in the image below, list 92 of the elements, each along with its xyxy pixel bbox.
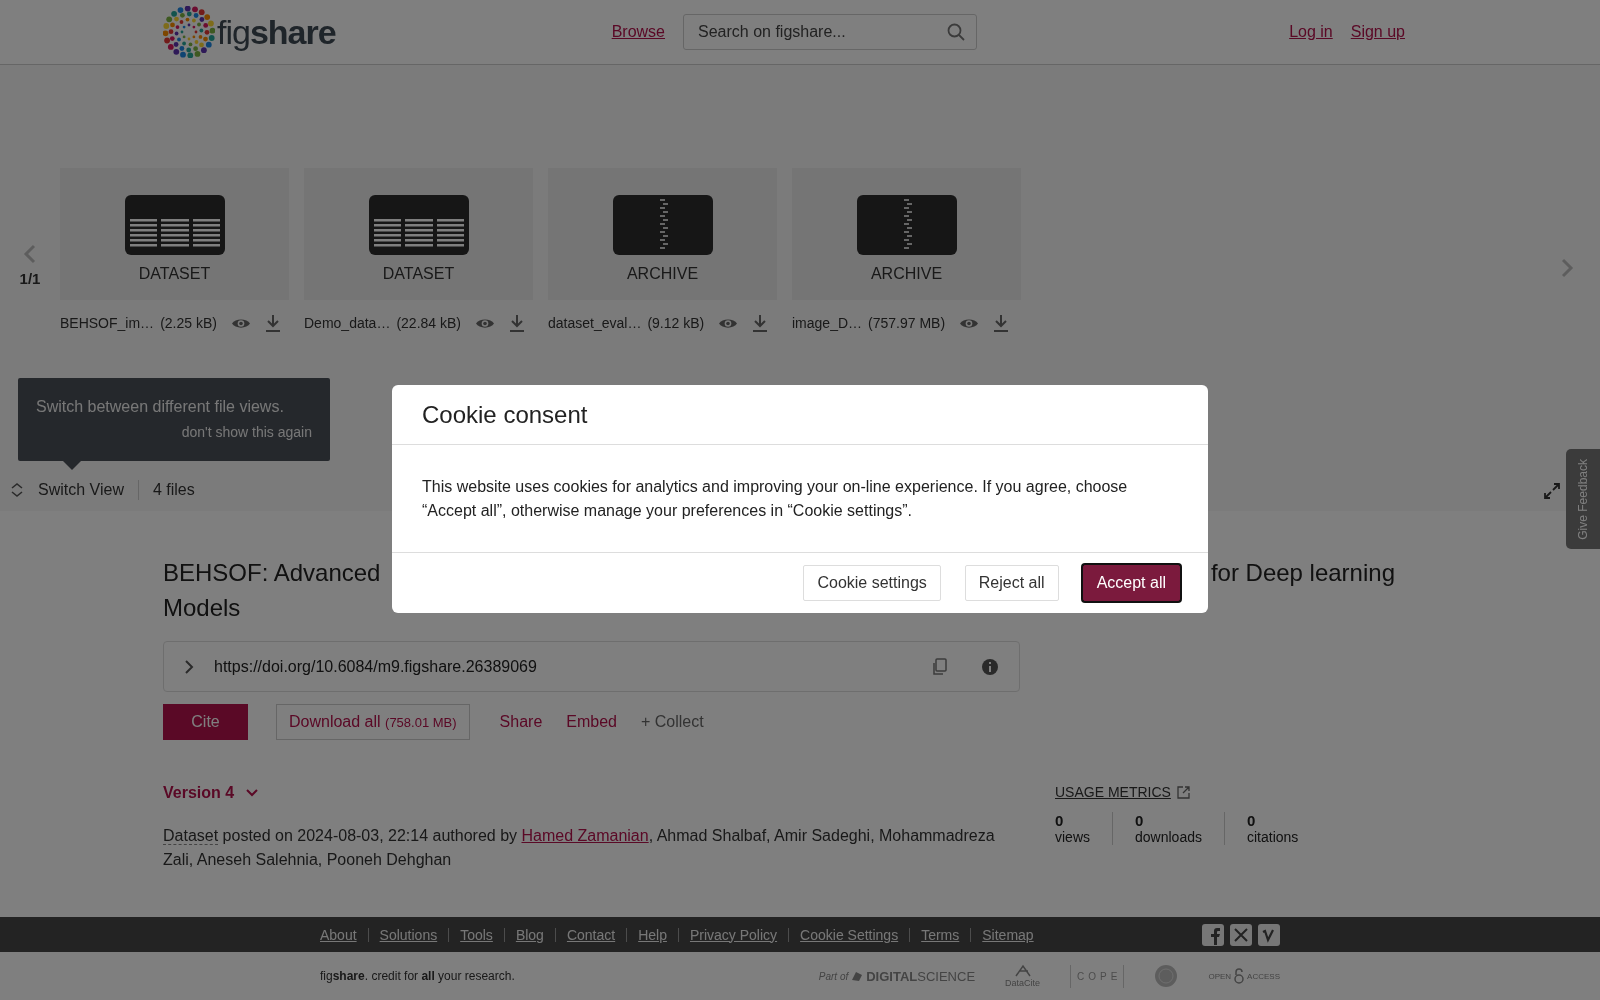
version-selector[interactable]: Version 4 xyxy=(163,784,235,802)
cookie-button[interactable]: Accept all xyxy=(1082,565,1180,601)
eye-icon[interactable] xyxy=(959,316,980,330)
file-name[interactable]: BEHSOF_im… xyxy=(60,315,155,331)
cookie-button[interactable]: Cookie settings xyxy=(803,565,941,601)
feedback-tab[interactable]: Give Feedback xyxy=(1566,449,1600,549)
footer-link[interactable]: Contact xyxy=(566,926,616,943)
file-type-label: ARCHIVE xyxy=(870,265,943,283)
partner-logo-text[interactable]: OPEN xyxy=(1208,971,1232,981)
file-name[interactable]: Demo_data… xyxy=(304,315,391,331)
datacite-icon xyxy=(1013,964,1032,978)
footer-link[interactable]: Blog xyxy=(515,926,544,943)
collect-button[interactable]: + Collect xyxy=(629,713,716,731)
eye-icon[interactable] xyxy=(718,316,739,330)
file-card[interactable]: ARCHIVE xyxy=(792,168,1021,300)
dialog-title: Cookie consent xyxy=(392,385,1208,445)
footer-link[interactable]: Solutions xyxy=(379,926,438,943)
file-type-label: DATASET xyxy=(382,265,455,283)
metric-label: views xyxy=(1055,829,1090,845)
copy-icon[interactable] xyxy=(931,657,947,676)
search-icon[interactable] xyxy=(947,23,965,41)
article-title: for Deep learning xyxy=(1210,558,1395,588)
spreadsheet-icon xyxy=(368,195,469,255)
download-icon[interactable] xyxy=(509,314,525,332)
file-card[interactable]: DATASET xyxy=(304,168,533,300)
search-field[interactable]: Search on figshare... xyxy=(683,14,977,50)
file-type-label: ARCHIVE xyxy=(626,265,699,283)
footer-link[interactable]: Cookie Settings xyxy=(800,926,899,943)
download-all-button[interactable]: Download all (758.01 MB) xyxy=(276,704,470,740)
author-link[interactable]: Hamed Zamanian xyxy=(521,827,649,844)
browse-link[interactable]: Browse xyxy=(611,23,665,41)
cookie-button[interactable]: Reject all xyxy=(964,565,1059,601)
article-title: Models xyxy=(163,594,241,621)
eye-icon[interactable] xyxy=(230,316,251,330)
logo-text[interactable]: figshare xyxy=(217,12,336,52)
zipper-icon xyxy=(612,195,713,255)
footer-link[interactable]: Privacy Policy xyxy=(689,926,778,943)
switch-view-button[interactable]: Switch View xyxy=(38,481,124,499)
zipper-icon xyxy=(856,195,957,255)
footer-link[interactable]: About xyxy=(320,926,357,943)
download-icon[interactable] xyxy=(752,314,769,332)
metric-value: 0 xyxy=(1135,812,1145,829)
footer-tagline: figshare. credit for all your research. xyxy=(320,969,515,983)
action-link[interactable]: Share xyxy=(487,713,555,731)
doi-link[interactable]: https://doi.org/10.6084/m9.figshare.26389069 xyxy=(214,657,911,676)
dialog-text: This website uses cookies for analytics and improving your on-line experience. If you agree, choose “Accept all”, otherwise manage your preferences in “Cookie settings”. xyxy=(392,445,1208,553)
file-card[interactable]: ARCHIVE xyxy=(548,168,777,300)
file-type-label: DATASET xyxy=(138,265,211,283)
chevron-down-icon[interactable] xyxy=(246,789,259,797)
dismiss-link[interactable]: don't show this again xyxy=(36,424,312,440)
file-name[interactable]: dataset_eval… xyxy=(548,315,642,331)
x-icon[interactable] xyxy=(1230,923,1252,946)
spreadsheet-icon xyxy=(124,195,225,255)
facebook-icon[interactable] xyxy=(1202,923,1224,946)
tooltip-text: Switch between different file views. xyxy=(36,398,285,416)
eye-icon[interactable] xyxy=(475,316,495,330)
item-type-label[interactable]: Dataset xyxy=(163,827,219,845)
expand-icon[interactable] xyxy=(1544,483,1560,499)
file-count: 4 files xyxy=(152,481,195,499)
metric-value: 0 xyxy=(1246,812,1257,829)
file-size: (2.25 kB) xyxy=(160,315,217,331)
file-size: (9.12 kB) xyxy=(647,315,705,331)
file-name[interactable]: image_D… xyxy=(792,315,863,331)
metric-value: 0 xyxy=(1055,812,1065,829)
action-link[interactable]: Embed xyxy=(554,713,629,731)
download-icon[interactable] xyxy=(264,314,281,332)
footer-link[interactable]: Terms xyxy=(921,926,960,943)
file-size: (757.97 MB) xyxy=(868,315,946,331)
footer-link[interactable]: Help xyxy=(638,926,667,943)
external-link-icon[interactable] xyxy=(1176,785,1190,799)
footer-link[interactable]: Tools xyxy=(460,926,493,943)
download-icon[interactable] xyxy=(993,314,1010,332)
chevron-right-icon[interactable] xyxy=(184,658,194,675)
logo-icon[interactable] xyxy=(163,6,215,58)
lock-icon xyxy=(1233,968,1246,984)
byline-text: Dataset posted on 2024-08-03, 22:14 authored by Hamed Zamanian, Ahmad Shalbaf, Amir Sadeghi, Mohammadreza Zali, Aneseh Salehnia, Pooneh Dehghan xyxy=(163,826,996,870)
metric-label: citations xyxy=(1246,829,1299,845)
auth-link[interactable]: Sign up xyxy=(1350,23,1405,41)
file-size: (22.84 kB) xyxy=(396,315,461,331)
info-icon[interactable] xyxy=(981,657,999,676)
auth-link[interactable]: Log in xyxy=(1289,23,1333,41)
file-card[interactable]: DATASET xyxy=(60,168,289,300)
seal-icon xyxy=(1154,964,1179,988)
article-title: BEHSOF: Advanced xyxy=(163,558,381,588)
cite-button[interactable]: Cite xyxy=(163,704,248,740)
page-indicator: 1/1 xyxy=(19,270,41,287)
footer-link[interactable]: Sitemap xyxy=(982,926,1034,943)
vimeo-icon[interactable] xyxy=(1258,923,1280,946)
partner-logo-text[interactable]: DIGITALSCIENCE xyxy=(866,968,976,984)
switch-icon[interactable] xyxy=(10,482,24,498)
metric-label: downloads xyxy=(1135,829,1202,845)
usage-metrics-link[interactable]: USAGE METRICS xyxy=(1055,784,1171,800)
